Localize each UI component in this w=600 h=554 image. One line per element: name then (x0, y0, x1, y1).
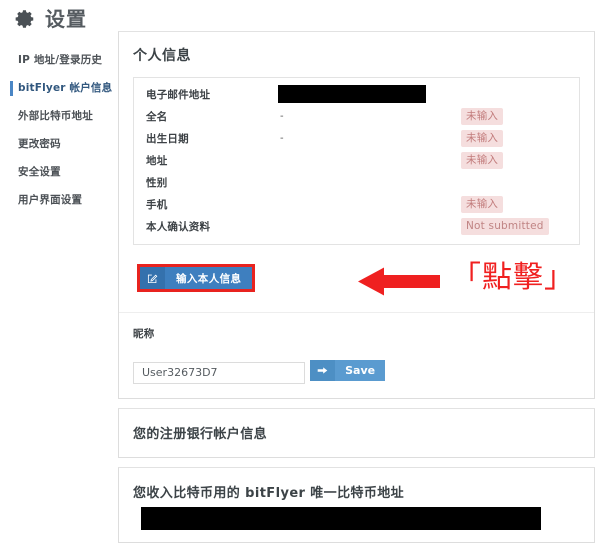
table-row: 出生日期 - 未输入 (134, 127, 579, 149)
table-row: 性别 (134, 171, 579, 193)
redacted-email (278, 85, 426, 103)
btc-address-panel: 您收入比特币用的 bitFlyer 唯一比特币地址 (118, 466, 595, 543)
nickname-input[interactable] (133, 361, 305, 384)
status-badge: 未输入 (461, 107, 504, 125)
table-row: 电子邮件地址 (134, 83, 579, 105)
status-badge: Not submitted (461, 217, 549, 235)
nickname-label: 昵称 (133, 328, 155, 340)
sidebar-item-label: 用户界面设置 (18, 194, 83, 206)
row-label-identity-docs: 本人确认资料 (146, 220, 211, 233)
page-title: 设置 (45, 7, 87, 31)
row-label-gender: 性别 (146, 176, 168, 189)
btc-address-body (119, 506, 594, 542)
row-status-birthdate: 未输入 (461, 129, 569, 147)
row-value-identity-docs (278, 217, 461, 235)
row-value-text: - (280, 132, 284, 144)
btc-address-heading: 您收入比特币用的 bitFlyer 唯一比特币地址 (133, 485, 405, 501)
row-label-mobile: 手机 (146, 198, 168, 211)
status-badge: 未输入 (461, 151, 504, 169)
sidebar-item-change-password[interactable]: 更改密码 (0, 130, 112, 158)
sidebar-item-ip-login-history[interactable]: IP 地址/登录历史 (0, 46, 112, 74)
row-label-birthdate: 出生日期 (146, 132, 189, 145)
row-value-birthdate: - (278, 129, 461, 147)
redacted-btc-address (141, 506, 541, 530)
arrow-right-icon (310, 360, 336, 381)
row-value-mobile (278, 195, 461, 213)
nickname-block: 昵称 Save (119, 312, 594, 398)
highlight-box: 输入本人信息 (137, 264, 256, 292)
sidebar-item-label: 外部比特币地址 (18, 110, 93, 122)
save-button-label: Save (335, 360, 386, 381)
row-status-mobile: 未输入 (461, 195, 569, 213)
status-badge: 未输入 (461, 129, 504, 147)
status-badge: 未输入 (461, 195, 504, 213)
row-label-email: 电子邮件地址 (146, 88, 211, 101)
settings-page: 设置 IP 地址/登录历史 bitFlyer 帐户信息 外部比特币地址 更改密码… (0, 0, 600, 554)
gear-icon (14, 8, 36, 30)
save-button[interactable]: Save (310, 360, 386, 381)
sidebar-item-label: 安全设置 (18, 166, 61, 178)
arrow-left-icon (358, 267, 440, 296)
panel-title-personal-info: 个人信息 (133, 48, 191, 64)
sidebar-item-ui-settings[interactable]: 用户界面设置 (0, 186, 112, 214)
table-row: 全名 - 未输入 (134, 105, 579, 127)
sidebar-item-security-settings[interactable]: 安全设置 (0, 158, 112, 186)
table-row: 本人确认资料 Not submitted (134, 215, 579, 237)
bank-account-heading: 您的注册银行帐户信息 (133, 426, 268, 442)
sidebar-item-label: bitFlyer 帐户信息 (18, 82, 113, 94)
row-status-fullname: 未输入 (461, 107, 569, 125)
main-content: 个人信息 电子邮件地址 全名 - 未输入 出生日期 - 未输入 地址 未输入 性… (118, 31, 595, 543)
personal-info-table: 电子邮件地址 全名 - 未输入 出生日期 - 未输入 地址 未输入 性别 手机 … (133, 77, 580, 245)
page-header: 设置 (14, 8, 87, 30)
row-value-email (278, 85, 461, 103)
personal-info-panel: 个人信息 电子邮件地址 全名 - 未输入 出生日期 - 未输入 地址 未输入 性… (118, 31, 595, 399)
personal-info-body: 电子邮件地址 全名 - 未输入 出生日期 - 未输入 地址 未输入 性别 手机 … (119, 77, 594, 312)
table-row: 地址 未输入 (134, 149, 579, 171)
bank-account-panel: 您的注册银行帐户信息 (118, 407, 595, 458)
row-value-fullname: - (278, 107, 461, 125)
row-label-fullname: 全名 (146, 110, 168, 123)
row-status-identity-docs: Not submitted (461, 217, 569, 235)
sidebar-item-bitflyer-account-info[interactable]: bitFlyer 帐户信息 (0, 74, 112, 102)
enter-personal-info-label: 输入本人信息 (165, 267, 253, 289)
row-label-address: 地址 (146, 154, 168, 167)
pencil-square-icon (140, 267, 165, 289)
enter-personal-info-button[interactable]: 输入本人信息 (140, 267, 253, 289)
click-callout-text: 「點擊」 (451, 260, 575, 295)
sidebar-item-label: 更改密码 (18, 138, 61, 150)
table-row: 手机 未输入 (134, 193, 579, 215)
row-value-address (278, 151, 461, 169)
sidebar-item-external-btc-address[interactable]: 外部比特币地址 (0, 102, 112, 130)
row-status-address: 未输入 (461, 151, 569, 169)
row-value-text: - (280, 110, 284, 122)
sidebar: IP 地址/登录历史 bitFlyer 帐户信息 外部比特币地址 更改密码 安全… (0, 46, 112, 214)
edit-personal-info-zone: 输入本人信息 「點擊」 (133, 260, 580, 298)
row-value-gender (278, 173, 461, 191)
sidebar-item-label: IP 地址/登录历史 (18, 54, 103, 66)
